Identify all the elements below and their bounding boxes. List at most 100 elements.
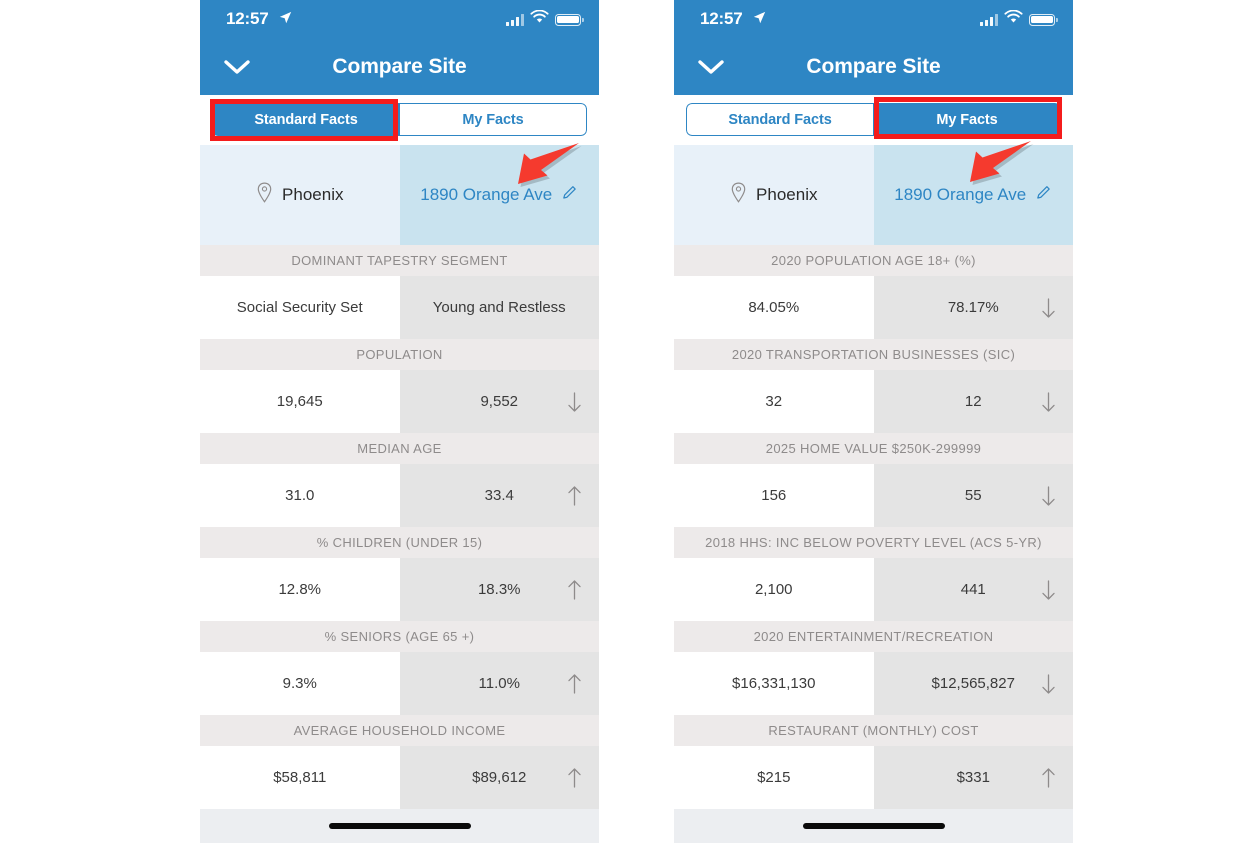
fact-value-row: Social Security Set Young and Restless: [200, 276, 599, 339]
status-bar-time: 12:57: [226, 9, 269, 28]
fact-value-a: 19,645: [200, 370, 400, 433]
fact-value-a: 32: [674, 370, 874, 433]
trend-arrow-icon: [1041, 578, 1056, 602]
tab-standard-facts[interactable]: Standard Facts: [686, 103, 873, 136]
fact-value-b: 55: [873, 464, 1073, 527]
segmented-control: Standard Facts My Facts: [212, 103, 587, 136]
navigation-bar: Compare Site: [674, 38, 1073, 95]
location-arrow-icon: [279, 11, 292, 24]
fact-value-a: 2,100: [674, 558, 874, 621]
fact-value-a: $16,331,130: [674, 652, 874, 715]
fact-value-a: 31.0: [200, 464, 400, 527]
home-indicator-area: [200, 809, 599, 843]
site-column-a[interactable]: Phoenix: [200, 145, 400, 245]
fact-value-row: 12.8% 18.3%: [200, 558, 599, 621]
fact-list: 2020 POPULATION AGE 18+ (%) 84.05% 78.17% 2…: [674, 245, 1073, 809]
fact-value-b: 33.4: [399, 464, 599, 527]
chevron-down-icon[interactable]: [224, 59, 250, 75]
tab-my-facts[interactable]: My Facts: [399, 103, 587, 136]
fact-value-b: 441: [873, 558, 1073, 621]
site-header-row: Phoenix 1890 Orange Ave: [674, 145, 1073, 245]
fact-value-a: $58,811: [200, 746, 400, 809]
status-bar-time: 12:57: [700, 9, 743, 28]
tab-bar: Standard Facts My Facts: [674, 95, 1073, 145]
fact-value-b: 12: [873, 370, 1073, 433]
fact-value-row: 31.0 33.4: [200, 464, 599, 527]
phone-screenshot-right: 12:57 Compare Site Standard Facts My Facts P…: [674, 0, 1073, 863]
fact-label: % SENIORS (AGE 65 +): [200, 621, 599, 652]
fact-value-row: 9.3% 11.0%: [200, 652, 599, 715]
site-name-b: 1890 Orange Ave: [420, 185, 553, 204]
map-pin-icon: [256, 182, 273, 208]
fact-label: DOMINANT TAPESTRY SEGMENT: [200, 245, 599, 276]
home-indicator[interactable]: [328, 823, 471, 829]
tab-bar: Standard Facts My Facts: [200, 95, 599, 145]
pencil-icon[interactable]: [561, 184, 578, 206]
fact-label: 2020 POPULATION AGE 18+ (%): [674, 245, 1073, 276]
fact-label: POPULATION: [200, 339, 599, 370]
status-bar: 12:57: [674, 0, 1073, 38]
home-indicator[interactable]: [802, 823, 945, 829]
fact-value-b: $12,565,827: [873, 652, 1073, 715]
status-bar: 12:57: [200, 0, 599, 38]
fact-value-row: 84.05% 78.17%: [674, 276, 1073, 339]
fact-label: 2020 TRANSPORTATION BUSINESSES (SIC): [674, 339, 1073, 370]
fact-value-row: 32 12: [674, 370, 1073, 433]
site-column-b[interactable]: 1890 Orange Ave: [873, 145, 1073, 245]
phone-screenshot-left: 12:57 Compare Site Standard Facts My Facts P…: [200, 0, 599, 863]
trend-arrow-icon: [567, 390, 582, 414]
battery-full-icon: [1029, 13, 1058, 26]
page-title: Compare Site: [806, 54, 941, 78]
fact-label: % CHILDREN (UNDER 15): [200, 527, 599, 558]
trend-arrow-icon: [1041, 390, 1056, 414]
pencil-icon[interactable]: [1035, 184, 1052, 206]
site-name-b: 1890 Orange Ave: [894, 185, 1027, 204]
site-name-a: Phoenix: [756, 185, 818, 204]
trend-arrow-icon: [1041, 296, 1056, 320]
fact-value-b: 11.0%: [399, 652, 599, 715]
fact-label: 2018 HHS: INC BELOW POVERTY LEVEL (ACS 5…: [674, 527, 1073, 558]
trend-arrow-icon: [1041, 766, 1056, 790]
home-indicator-area: [674, 809, 1073, 843]
fact-value-a: 156: [674, 464, 874, 527]
navigation-bar: Compare Site: [200, 38, 599, 95]
status-bar-indicators: [506, 9, 584, 29]
tab-my-facts[interactable]: My Facts: [873, 103, 1061, 136]
fact-label: 2020 ENTERTAINMENT/RECREATION: [674, 621, 1073, 652]
wifi-icon: [530, 9, 549, 29]
tab-standard-facts[interactable]: Standard Facts: [212, 103, 399, 136]
site-column-b[interactable]: 1890 Orange Ave: [399, 145, 599, 245]
page-title: Compare Site: [332, 54, 467, 78]
fact-value-row: 2,100 441: [674, 558, 1073, 621]
fact-value-row: $58,811 $89,612: [200, 746, 599, 809]
fact-value-b: Young and Restless: [399, 276, 599, 339]
fact-value-b: $331: [873, 746, 1073, 809]
fact-value-a: Social Security Set: [200, 276, 400, 339]
map-pin-icon: [730, 182, 747, 208]
fact-label: MEDIAN AGE: [200, 433, 599, 464]
segmented-control: Standard Facts My Facts: [686, 103, 1061, 136]
fact-label: 2025 HOME VALUE $250K-299999: [674, 433, 1073, 464]
fact-value-row: 19,645 9,552: [200, 370, 599, 433]
fact-value-row: 156 55: [674, 464, 1073, 527]
trend-arrow-icon: [567, 296, 582, 320]
trend-arrow-icon: [1041, 484, 1056, 508]
site-name-a: Phoenix: [282, 185, 344, 204]
chevron-down-icon[interactable]: [698, 59, 724, 75]
fact-value-b: $89,612: [399, 746, 599, 809]
fact-label: AVERAGE HOUSEHOLD INCOME: [200, 715, 599, 746]
status-bar-indicators: [980, 9, 1058, 29]
wifi-icon: [1004, 9, 1023, 29]
cellular-signal-icon: [506, 13, 524, 26]
fact-value-a: 9.3%: [200, 652, 400, 715]
fact-value-row: $215 $331: [674, 746, 1073, 809]
fact-value-a: 84.05%: [674, 276, 874, 339]
trend-arrow-icon: [567, 578, 582, 602]
trend-arrow-icon: [1041, 672, 1056, 696]
fact-label: RESTAURANT (MONTHLY) COST: [674, 715, 1073, 746]
trend-arrow-icon: [567, 672, 582, 696]
site-column-a[interactable]: Phoenix: [674, 145, 874, 245]
fact-value-a: $215: [674, 746, 874, 809]
fact-value-row: $16,331,130 $12,565,827: [674, 652, 1073, 715]
location-arrow-icon: [753, 11, 766, 24]
